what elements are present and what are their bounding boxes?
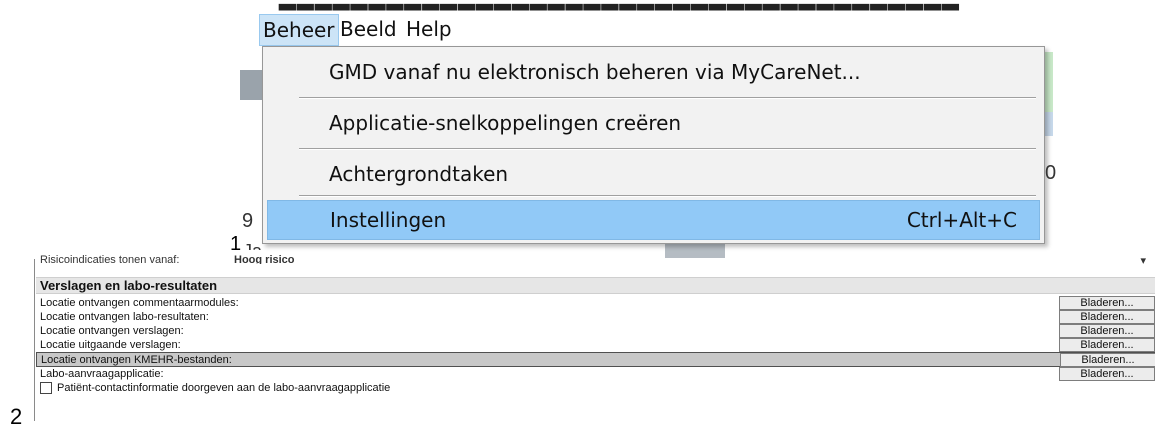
menu-item-label: Applicatie-snelkoppelingen creëren: [329, 111, 682, 135]
menu-separator: [299, 97, 1036, 99]
background-fragment-left: [240, 70, 262, 100]
browse-button[interactable]: Bladeren...: [1060, 353, 1155, 367]
partial-text-ja: Ja: [243, 238, 262, 250]
patient-contact-checkbox[interactable]: [40, 382, 52, 394]
panel-border: [34, 259, 35, 421]
menu-item-gmd-mycarenet[interactable]: GMD vanaf nu elektronisch beheren via My…: [267, 53, 1038, 91]
risk-indication-row: Risicoindicaties tonen vanaf: Hoog risic…: [38, 254, 1148, 264]
setting-row-labo-aanvraagapplicatie: Labo-aanvraagapplicatie: Bladeren...: [36, 367, 1155, 381]
setting-row-patient-contact: Patiënt-contactinformatie doorgeven aan …: [36, 381, 1155, 395]
beheer-dropdown-menu: GMD vanaf nu elektronisch beheren via My…: [262, 46, 1045, 244]
browse-button[interactable]: Bladeren...: [1059, 296, 1155, 310]
step-marker-2: 2: [10, 404, 23, 429]
menu-item-label: Instellingen: [330, 208, 447, 232]
section-header-verslagen: Verslagen en labo-resultaten: [36, 277, 1155, 294]
risk-indication-label: Risicoindicaties tonen vanaf:: [40, 254, 180, 264]
risk-indication-value[interactable]: Hoog risico: [234, 254, 295, 264]
setting-label: Locatie uitgaande verslagen:: [40, 339, 181, 351]
browse-button[interactable]: Bladeren...: [1059, 338, 1155, 352]
setting-label: Labo-aanvraagapplicatie:: [40, 368, 164, 380]
checkbox-label: Patiënt-contactinformatie doorgeven aan …: [57, 382, 391, 394]
menu-item-shortcut: Ctrl+Alt+C: [906, 208, 1017, 232]
setting-row-commentaarmodules: Locatie ontvangen commentaarmodules: Bla…: [36, 296, 1155, 310]
step-marker-1: 1: [230, 233, 242, 255]
menubar: Beheer Beeld Help: [255, 12, 855, 46]
menu-item-applicatie-snelkoppelingen[interactable]: Applicatie-snelkoppelingen creëren: [267, 104, 1038, 142]
clipped-title-strip: ▂▂▂▂▂▂▂▂▂▂▂▂▂▂▂▂▂▂▂▂▂▂▂▂▂▂▂▂▂▂▂▂▂▂▂▂▂▂: [255, 0, 1050, 12]
dropdown-arrow-icon[interactable]: ▾: [1140, 254, 1146, 264]
setting-label: Locatie ontvangen labo-resultaten:: [40, 311, 209, 323]
section-title: Verslagen en labo-resultaten: [40, 278, 218, 293]
setting-label: Locatie ontvangen KMEHR-bestanden:: [41, 354, 232, 366]
menu-item-achtergrondtaken[interactable]: Achtergrondtaken: [267, 155, 1038, 193]
menu-separator: [299, 195, 1036, 197]
settings-panel: Risicoindicaties tonen vanaf: Hoog risic…: [34, 254, 1155, 421]
setting-row-uitgaande-verslagen: Locatie uitgaande verslagen: Bladeren...: [36, 338, 1155, 352]
setting-label: Locatie ontvangen verslagen:: [40, 325, 184, 337]
menu-beeld[interactable]: Beeld: [336, 14, 401, 44]
setting-label: Locatie ontvangen commentaarmodules:: [40, 297, 239, 309]
menu-beheer[interactable]: Beheer: [259, 14, 339, 46]
partial-text-0: 0: [1045, 162, 1057, 184]
setting-row-verslagen: Locatie ontvangen verslagen: Bladeren...: [36, 324, 1155, 338]
browse-button[interactable]: Bladeren...: [1059, 310, 1155, 324]
browse-button[interactable]: Bladeren...: [1059, 324, 1155, 338]
menu-help[interactable]: Help: [402, 14, 456, 44]
setting-row-kmehr-bestanden[interactable]: Locatie ontvangen KMEHR-bestanden: Blade…: [36, 352, 1155, 367]
menu-item-label: Achtergrondtaken: [329, 162, 509, 186]
browse-button[interactable]: Bladeren...: [1059, 367, 1155, 381]
menu-item-instellingen[interactable]: Instellingen Ctrl+Alt+C: [267, 200, 1040, 240]
partial-text-9: 9: [242, 210, 254, 232]
menu-item-label: GMD vanaf nu elektronisch beheren via My…: [329, 60, 861, 84]
menu-separator: [299, 148, 1036, 150]
setting-row-labo-resultaten: Locatie ontvangen labo-resultaten: Blade…: [36, 310, 1155, 324]
